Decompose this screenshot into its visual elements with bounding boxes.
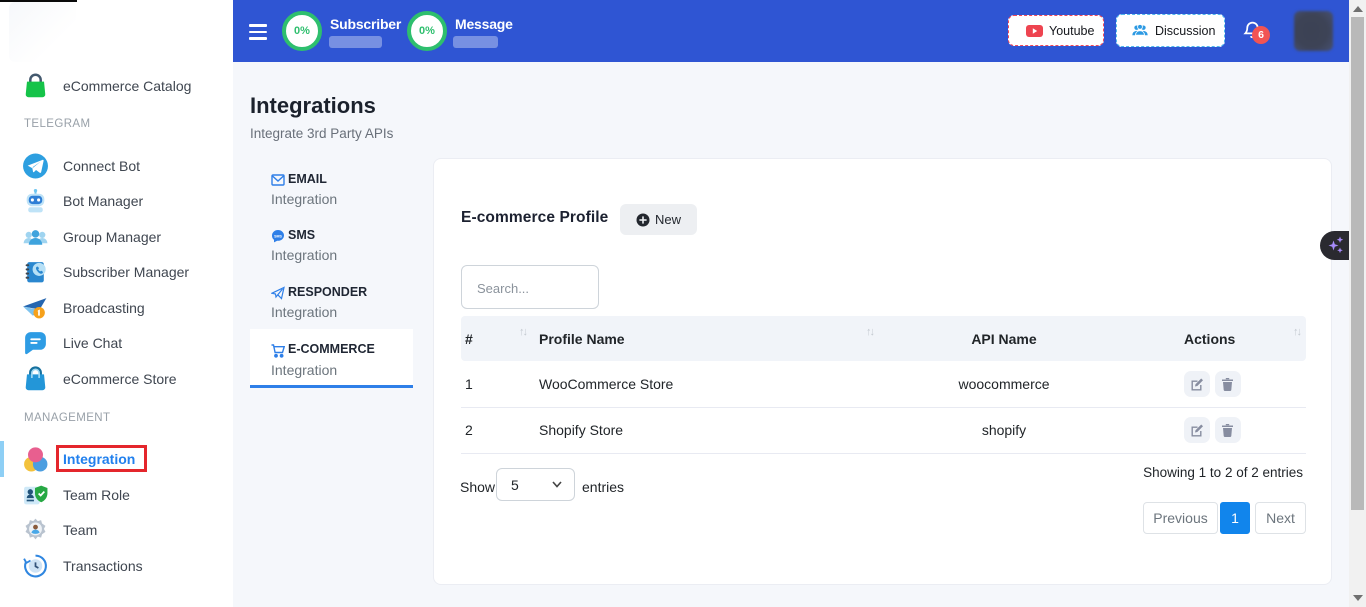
svg-text:SMS: SMS	[274, 234, 282, 238]
